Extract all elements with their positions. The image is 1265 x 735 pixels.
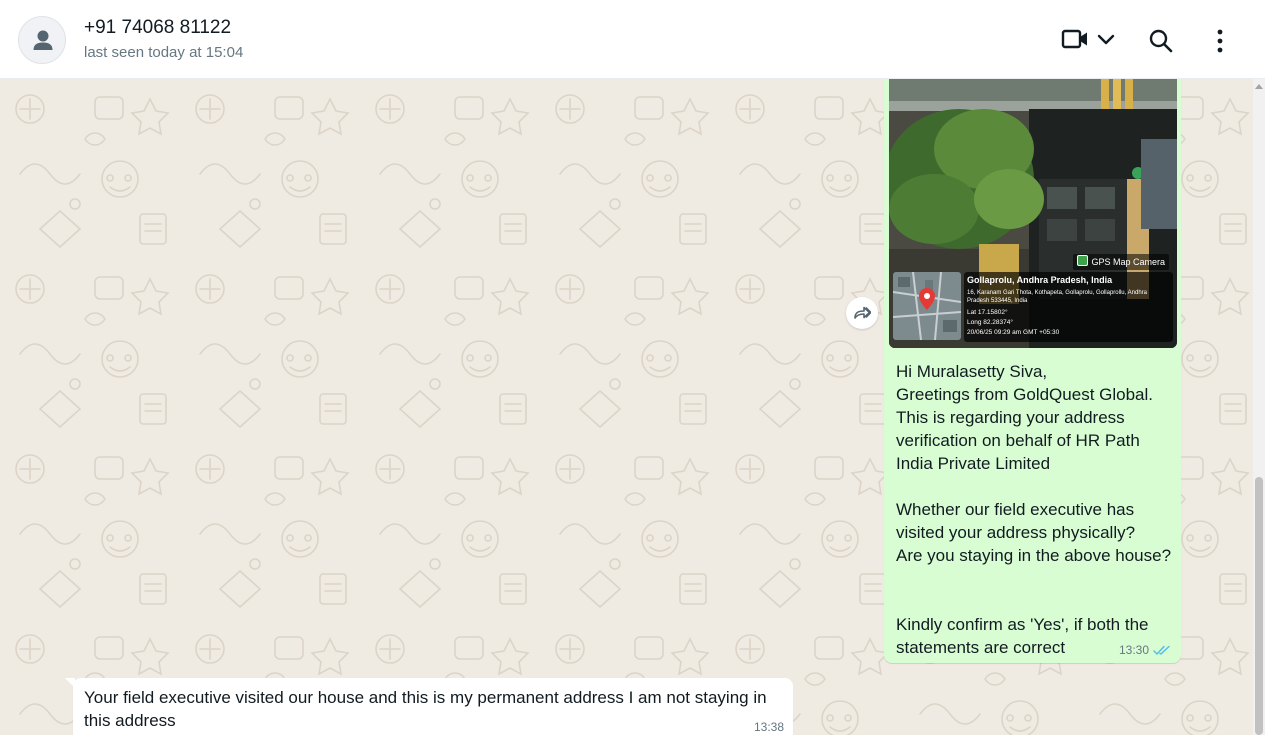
message-line bbox=[896, 590, 1176, 613]
message-line: Are you staying in the above house? bbox=[896, 546, 1172, 565]
menu-kebab-icon[interactable] bbox=[1214, 29, 1226, 53]
incoming-message-bubble[interactable]: Your field executive visited our house a… bbox=[73, 678, 793, 735]
chat-message-area[interactable]: GPS Map Camera Gollaprolu, Andhra Prades… bbox=[0, 79, 1265, 735]
whatsapp-chat-window: +91 74068 81122 last seen today at 15:04 bbox=[0, 0, 1265, 735]
chevron-down-icon[interactable] bbox=[1097, 33, 1115, 46]
message-line: Whether our field executive has bbox=[896, 500, 1135, 519]
chat-header: +91 74068 81122 last seen today at 15:04 bbox=[0, 0, 1265, 79]
message-time: 13:30 bbox=[1118, 643, 1149, 657]
gps-camera-logo-icon bbox=[1077, 255, 1089, 266]
gps-latitude: Lat 17.15802° bbox=[967, 309, 1008, 316]
message-line: visited your address physically? bbox=[896, 523, 1136, 542]
message-image-attachment[interactable]: GPS Map Camera Gollaprolu, Andhra Prades… bbox=[889, 79, 1177, 348]
message-line bbox=[896, 475, 1176, 498]
video-call-icon[interactable] bbox=[1061, 28, 1089, 50]
forward-arrow-icon bbox=[854, 306, 871, 319]
gps-datetime: 20/06/25 09:29 am GMT +05:30 bbox=[967, 329, 1060, 336]
double-check-read-icon bbox=[1153, 645, 1170, 655]
scrollbar-thumb[interactable] bbox=[1255, 477, 1263, 735]
outgoing-message-meta: 13:30 bbox=[1119, 643, 1171, 657]
incoming-message-text: Your field executive visited our house a… bbox=[84, 688, 767, 730]
contact-name[interactable]: +91 74068 81122 bbox=[84, 17, 231, 39]
message-line: India Private Limited bbox=[896, 454, 1051, 473]
message-line: Kindly confirm as 'Yes', if both the bbox=[896, 615, 1149, 634]
gps-mini-map bbox=[893, 272, 961, 340]
gps-longitude: Long 82.28374° bbox=[967, 319, 1013, 326]
outgoing-message-text: Hi Muralasetty Siva, Greetings from Gold… bbox=[896, 360, 1176, 659]
gps-location-title: Gollaprolu, Andhra Pradesh, India bbox=[967, 275, 1113, 285]
last-seen-status: last seen today at 15:04 bbox=[84, 44, 244, 61]
message-line bbox=[896, 567, 1176, 590]
message-line: verification on behalf of HR Path bbox=[896, 431, 1140, 450]
forward-message-button[interactable] bbox=[846, 297, 878, 329]
message-line: This is regarding your address bbox=[896, 408, 1125, 427]
search-icon[interactable] bbox=[1148, 28, 1174, 54]
chat-scrollbar[interactable] bbox=[1253, 79, 1265, 735]
message-line: Hi Muralasetty Siva, bbox=[896, 362, 1048, 381]
gps-address: 16, Karanam Gari Thota, Kothapeta, Golla… bbox=[967, 290, 1147, 304]
gps-stamp-overlay: GPS Map Camera Gollaprolu, Andhra Prades… bbox=[889, 254, 1177, 348]
gps-brand-label: GPS Map Camera bbox=[1073, 254, 1169, 270]
message-time: 13:38 bbox=[753, 720, 784, 734]
gps-info-panel: Gollaprolu, Andhra Pradesh, India 16, Ka… bbox=[964, 272, 1173, 342]
message-line: Greetings from GoldQuest Global. bbox=[896, 385, 1154, 404]
scroll-up-arrow-icon[interactable] bbox=[1255, 84, 1263, 89]
outgoing-message-bubble[interactable]: GPS Map Camera Gollaprolu, Andhra Prades… bbox=[884, 79, 1181, 663]
default-avatar-icon[interactable] bbox=[18, 16, 66, 64]
